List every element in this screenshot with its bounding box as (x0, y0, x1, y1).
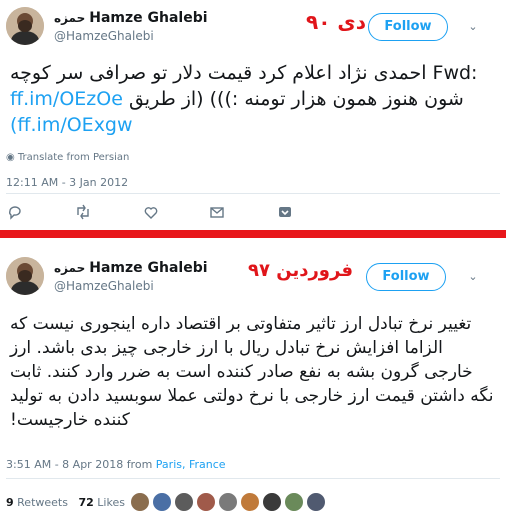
like-icon[interactable] (142, 203, 162, 223)
user-handle[interactable]: @HamzeGhalebi (54, 279, 154, 293)
liker-avatar[interactable] (284, 492, 304, 512)
chevron-down-icon[interactable]: ⌄ (466, 20, 480, 34)
retweet-icon[interactable] (74, 203, 94, 223)
save-icon[interactable] (276, 203, 296, 223)
translate-label: Translate from Persian (17, 152, 130, 163)
separator-bar (0, 230, 506, 238)
tweet-link-1[interactable]: ff.im/OEzOe (10, 88, 123, 110)
timestamp[interactable]: 12:11 AM - 3 Jan 2012 (6, 176, 128, 189)
liker-avatar[interactable] (196, 492, 216, 512)
chevron-down-icon[interactable]: ⌄ (466, 270, 480, 284)
liker-avatar[interactable] (130, 492, 150, 512)
liker-avatar[interactable] (174, 492, 194, 512)
divider (6, 193, 500, 194)
liker-avatar[interactable] (218, 492, 238, 512)
display-name-en: Hamze Ghalebi (89, 260, 208, 276)
avatar[interactable] (6, 7, 44, 45)
retweets-label[interactable]: Retweets (17, 496, 68, 509)
engagement-stats: 9 Retweets 72 Likes (6, 496, 125, 509)
timestamp[interactable]: 3:51 AM - 8 Apr 2018 from Paris, France (6, 458, 226, 471)
liker-avatar[interactable] (262, 492, 282, 512)
translate-link[interactable]: ◉ Translate from Persian (6, 152, 129, 163)
divider (6, 478, 500, 479)
tweet-text: تغییر نرخ تبادل ارز تاثیر متفاوتی بر اقت… (10, 314, 494, 430)
liker-avatar[interactable] (306, 492, 326, 512)
follow-button[interactable]: Follow (368, 13, 448, 41)
tweet-card-2: حمزه Hamze Ghalebi @HamzeGhalebi فروردین … (0, 240, 506, 520)
date-annotation: دی ۹۰ (306, 10, 366, 34)
message-icon[interactable] (208, 203, 228, 223)
liker-avatar[interactable] (152, 492, 172, 512)
tweet-card-1: حمزه Hamze Ghalebi @HamzeGhalebi دی ۹۰ Fo… (0, 0, 506, 228)
likes-count[interactable]: 72 (78, 496, 93, 509)
display-name[interactable]: حمزه Hamze Ghalebi (54, 10, 208, 26)
likes-label[interactable]: Likes (97, 496, 125, 509)
tweet-actions (0, 203, 506, 225)
display-name[interactable]: حمزه Hamze Ghalebi (54, 260, 208, 276)
tweet-text: Fwd: احمدی نژاد اعلام کرد قیمت دلار تو ص… (10, 60, 494, 138)
follow-button[interactable]: Follow (366, 263, 446, 291)
retweets-count[interactable]: 9 (6, 496, 14, 509)
tweet-link-2[interactable]: (ff.im/OExgw (10, 114, 133, 136)
liker-avatar[interactable] (240, 492, 260, 512)
display-name-fa: حمزه (54, 11, 86, 25)
user-handle[interactable]: @HamzeGhalebi (54, 29, 154, 43)
avatar[interactable] (6, 257, 44, 295)
location-link[interactable]: Paris, France (156, 458, 226, 471)
translate-icon: ◉ (6, 152, 15, 163)
display-name-fa: حمزه (54, 261, 86, 275)
display-name-en: Hamze Ghalebi (89, 10, 208, 26)
tweet-text-prefix: Fwd: (432, 62, 478, 84)
timestamp-text: 3:51 AM - 8 Apr 2018 from (6, 458, 156, 471)
date-annotation: فروردین ۹۷ (248, 260, 353, 281)
reply-icon[interactable] (6, 203, 26, 223)
